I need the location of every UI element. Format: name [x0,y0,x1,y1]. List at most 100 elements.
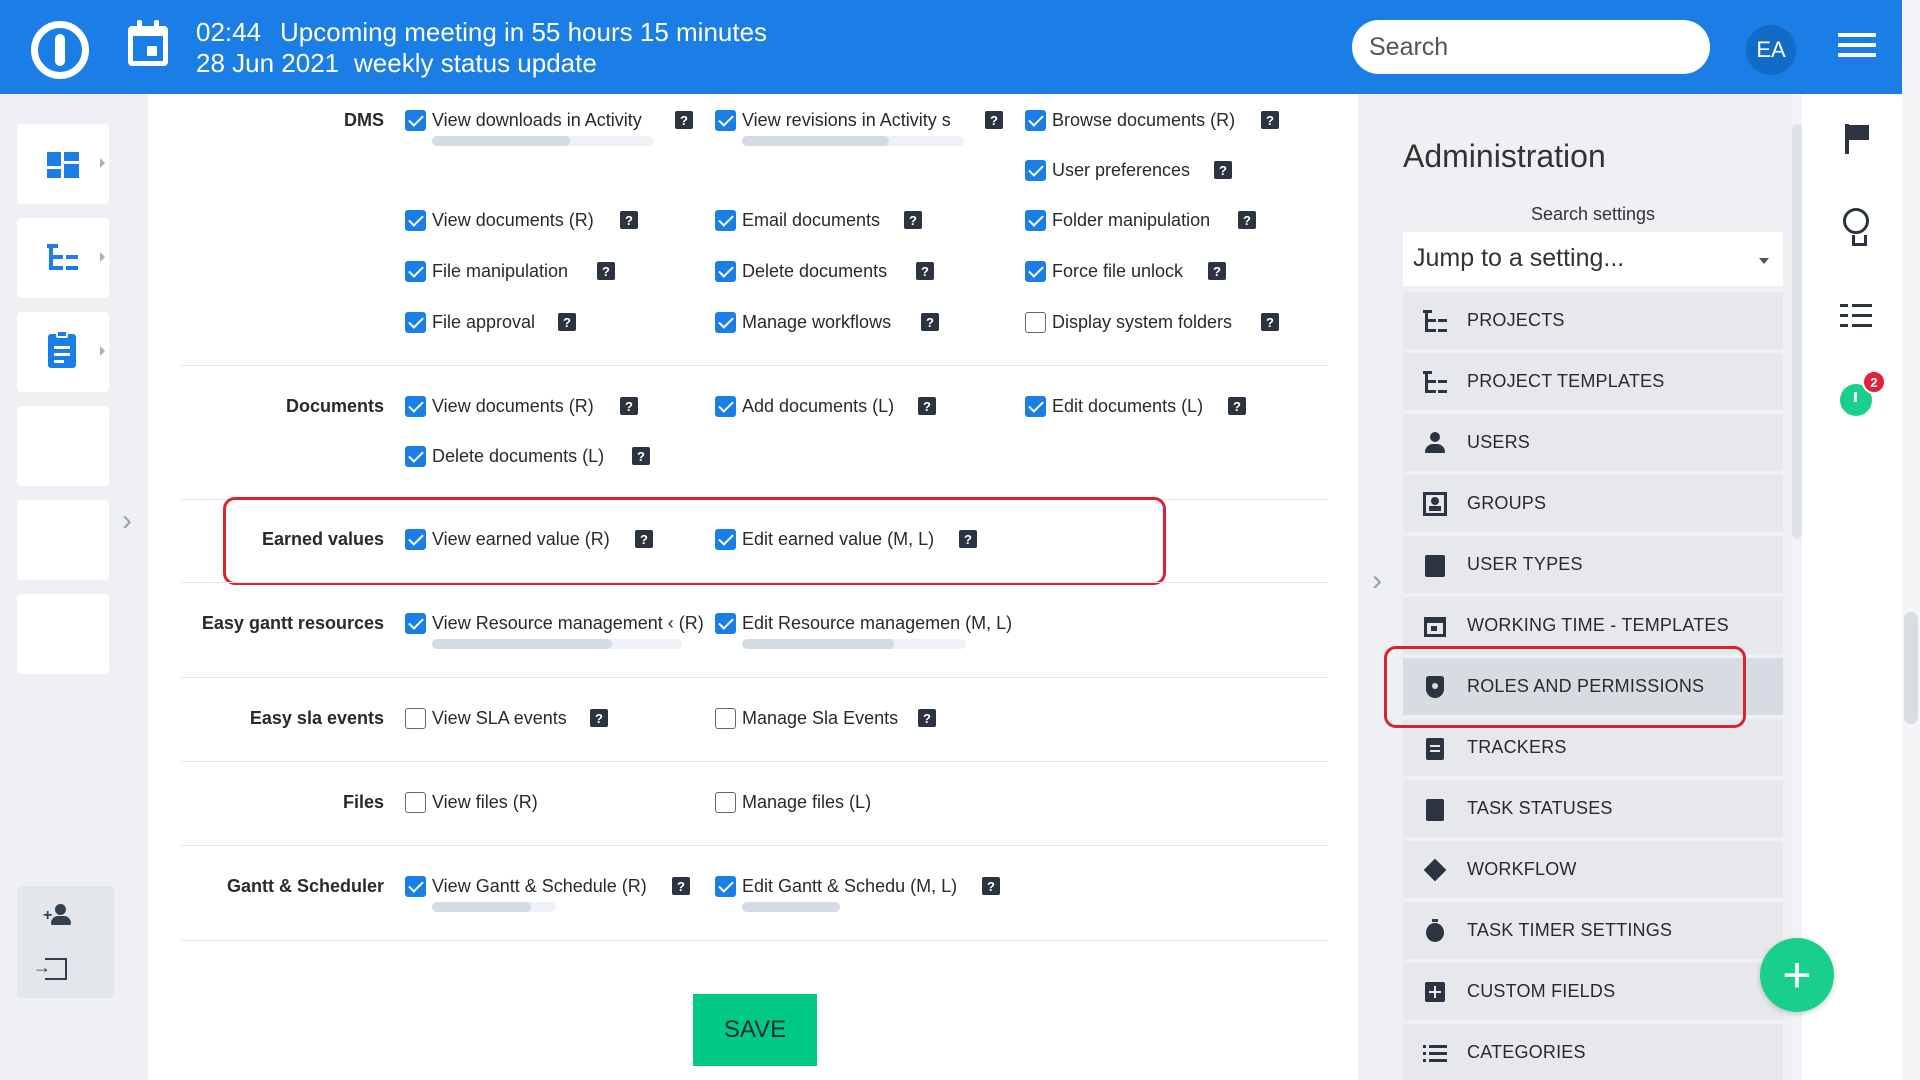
checkbox-files-manage[interactable]: Manage files (L) [715,790,871,814]
checkbox-dms-delete-documents[interactable]: Delete documents [715,259,887,283]
admin-menu-user-types[interactable]: USER TYPES [1403,536,1783,593]
page-scrollbar[interactable] [1902,94,1920,1080]
sidebar-item-tasks[interactable] [17,312,109,392]
help-icon[interactable]: ? [921,313,939,331]
hamburger-menu-icon[interactable] [1838,33,1876,59]
checkbox-sla-events-manage[interactable]: Manage Sla Events [715,706,898,730]
help-icon[interactable]: ? [904,211,922,229]
help-icon[interactable]: ? [1261,111,1279,129]
help-icon[interactable]: ? [675,111,693,129]
progress-bar [432,639,682,649]
upcoming-meeting[interactable]: 02:44 Upcoming meeting in 55 hours 15 min… [196,17,767,79]
checkbox-documents-edit[interactable]: Edit documents (L) [1025,394,1203,418]
jump-to-setting-select[interactable]: Jump to a setting... [1403,232,1783,286]
checkbox-documents-add[interactable]: Add documents (L) [715,394,894,418]
checkbox-dms-manage-workflows[interactable]: Manage workflows [715,310,891,334]
checkbox-dms-force-file-unlock[interactable]: Force file unlock [1025,259,1183,283]
checkbox-gantt-scheduler-edit[interactable]: Edit Gantt & Schedu (M, L) [715,874,957,898]
help-icon[interactable]: ? [597,262,615,280]
checkbox-documents-view[interactable]: View documents (R) [405,394,594,418]
help-icon[interactable]: ? [632,447,650,465]
checkbox-sla-events-view[interactable]: View SLA events [405,706,567,730]
help-icon[interactable]: ? [982,877,1000,895]
sidebar-item-blank[interactable] [17,594,109,674]
add-user-icon[interactable]: + [43,904,75,926]
menu-label: PROJECTS [1467,310,1565,330]
plus-icon: + [1782,947,1812,1003]
dashboard-icon [47,152,79,178]
help-icon[interactable]: ? [1214,161,1232,179]
help-icon[interactable]: ? [1238,211,1256,229]
administration-panel: › Administration Search settings Jump to… [1358,94,1792,1080]
admin-menu-workflow[interactable]: WORKFLOW [1403,841,1783,898]
admin-menu-categories[interactable]: CATEGORIES [1403,1024,1783,1080]
admin-menu-custom-fields[interactable]: CUSTOM FIELDS [1403,963,1783,1020]
checkbox-dms-view-downloads[interactable]: View downloads in Activity [405,108,654,132]
checkbox-files-view[interactable]: View files (R) [405,790,538,814]
checkbox-dms-display-system-folders[interactable]: Display system folders [1025,310,1232,334]
checkbox-dms-browse-documents[interactable]: Browse documents (R) [1025,108,1235,132]
expand-sidebar-icon[interactable]: › [122,504,132,538]
collapse-panel-icon[interactable]: › [1372,564,1382,598]
help-icon[interactable]: ? [1228,397,1246,415]
checkbox-earned-value-view[interactable]: View earned value (R) [405,527,610,551]
avatar[interactable]: EA [1746,25,1796,75]
section-title-documents: Documents [285,396,384,416]
help-icon[interactable]: ? [635,530,653,548]
help-icon[interactable]: ? [1208,262,1226,280]
help-icon[interactable]: ? [558,313,576,331]
help-icon[interactable]: ? [620,211,638,229]
checkbox-earned-value-edit[interactable]: Edit earned value (M, L) [715,527,934,551]
highlight-roles-and-permissions [1384,646,1746,728]
sidebar-item-dashboard[interactable] [17,124,109,204]
easy-logo-icon[interactable] [31,21,89,79]
checklist-icon[interactable] [1840,302,1872,327]
menu-label: TASK STATUSES [1467,798,1613,818]
save-button[interactable]: SAVE [693,994,817,1066]
checkbox-dms-folder-manipulation[interactable]: Folder manipulation [1025,208,1210,232]
section-divider [181,940,1328,941]
add-fab-button[interactable]: + [1760,938,1834,1012]
project-tree-icon [1423,309,1447,333]
admin-menu-projects[interactable]: PROJECTS [1403,292,1783,349]
help-icon[interactable]: ? [590,709,608,727]
checkbox-dms-file-manipulation[interactable]: File manipulation [405,259,568,283]
logout-icon[interactable] [33,957,67,980]
admin-menu-task-statuses[interactable]: TASK STATUSES [1403,780,1783,837]
help-icon[interactable]: ? [985,111,1003,129]
checkbox-resource-management-view[interactable]: View Resource management ‹ (R) [405,611,714,635]
help-icon[interactable]: ? [672,877,690,895]
sidebar-item-projects[interactable] [17,218,109,298]
group-icon [1423,491,1447,516]
checkbox-dms-view-revisions[interactable]: View revisions in Activity s [715,108,964,132]
checkbox-resource-management-edit[interactable]: Edit Resource managemen (M, L) [715,611,1012,635]
checkbox-dms-email-documents[interactable]: Email documents [715,208,880,232]
lightbulb-icon[interactable] [1843,208,1869,246]
help-icon[interactable]: ? [620,397,638,415]
sidebar-item-blank[interactable] [17,406,109,486]
admin-menu-project-templates[interactable]: PROJECT TEMPLATES [1403,353,1783,410]
search-input[interactable] [1352,20,1710,74]
meeting-time: 02:44 [196,17,262,47]
admin-scrollbar[interactable] [1792,124,1802,539]
admin-menu-users[interactable]: USERS [1403,414,1783,471]
sidebar-item-blank[interactable] [17,500,109,580]
admin-menu-groups[interactable]: GROUPS [1403,475,1783,532]
checkbox-dms-view-documents[interactable]: View documents (R) [405,208,594,232]
admin-menu-task-timer-settings[interactable]: TASK TIMER SETTINGS [1403,902,1783,959]
page-scrollbar-thumb[interactable] [1904,612,1918,724]
help-icon[interactable]: ? [959,530,977,548]
sidebar-bottom-actions: + [17,886,114,998]
checkbox-documents-delete[interactable]: Delete documents (L) [405,444,604,468]
help-icon[interactable]: ? [916,262,934,280]
checkbox-dms-user-preferences[interactable]: User preferences [1025,158,1190,182]
section-divider [181,677,1328,678]
help-icon[interactable]: ? [918,397,936,415]
calendar-icon[interactable] [128,20,168,66]
help-icon[interactable]: ? [1261,313,1279,331]
checkbox-gantt-scheduler-view[interactable]: View Gantt & Schedule (R) [405,874,647,898]
permissions-panel: DMS View downloads in Activity ? View re… [148,94,1358,970]
checkbox-dms-file-approval[interactable]: File approval [405,310,535,334]
flag-icon[interactable] [1845,124,1869,154]
help-icon[interactable]: ? [918,709,936,727]
